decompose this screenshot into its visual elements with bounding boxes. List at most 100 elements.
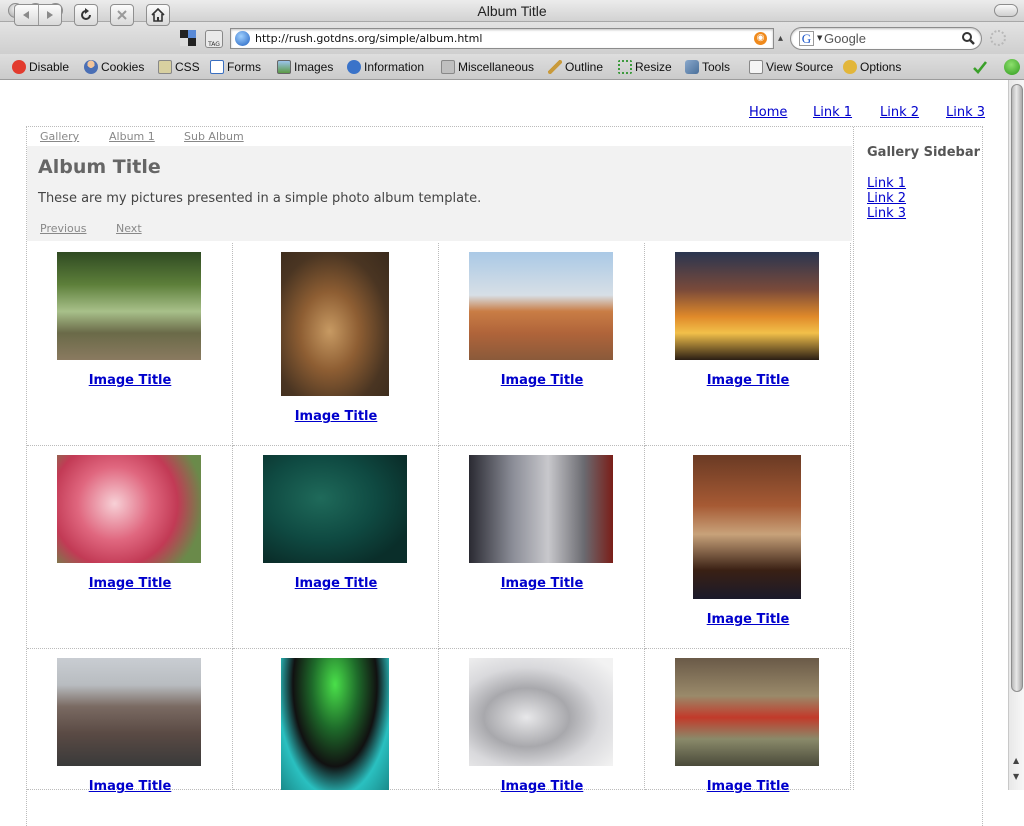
magnifier-icon[interactable]	[961, 31, 975, 45]
forms-icon	[210, 60, 224, 74]
image-title-link[interactable]: Image Title	[27, 576, 233, 591]
photo-thumbnail[interactable]	[469, 658, 613, 766]
image-title-link[interactable]: Image Title	[233, 576, 439, 591]
toolbar-item-information[interactable]: Information	[347, 59, 424, 75]
image-title-link[interactable]: Image Title	[645, 779, 851, 794]
toolbar-item-label: Tools	[702, 60, 731, 74]
toolbar-item-label: Outline	[565, 60, 604, 74]
image-title-link[interactable]: Image Title	[645, 373, 851, 388]
image-title-link[interactable]: Image Title	[439, 373, 645, 388]
image-title-link[interactable]: Image Title	[439, 576, 645, 591]
back-arrow-icon	[23, 11, 30, 19]
toolbar-item-resize[interactable]: Resize	[618, 59, 672, 75]
home-icon	[151, 8, 165, 22]
breadcrumb-gallery[interactable]: Gallery	[40, 130, 79, 143]
scroll-down-icon[interactable]: ▼	[1013, 772, 1019, 781]
reload-button[interactable]	[74, 4, 98, 26]
toolbar-toggle-button[interactable]	[994, 4, 1018, 17]
engine-dropdown-icon[interactable]: ▼	[817, 34, 822, 42]
resize-icon	[618, 60, 632, 74]
google-engine-icon[interactable]: G	[799, 31, 814, 46]
toolbar-item-label: Cookies	[101, 60, 145, 74]
sidebar-link-3[interactable]: Link 3	[867, 206, 906, 221]
photo-thumbnail[interactable]	[469, 455, 613, 563]
image-title-link[interactable]: Image Title	[27, 373, 233, 388]
gallery-item: Image Title	[439, 649, 645, 794]
gallery-item: Image Title	[439, 446, 645, 649]
toolbar-item-options[interactable]: Options	[843, 59, 901, 75]
photo-thumbnail[interactable]	[263, 455, 407, 563]
extension-icon[interactable]	[180, 30, 196, 46]
rss-feed-icon[interactable]: ◉	[754, 32, 767, 45]
toolbar-item-miscellaneous[interactable]: Miscellaneous	[441, 59, 534, 75]
toolbar-item-forms[interactable]: Forms	[210, 59, 261, 75]
breadcrumb-sub-album[interactable]: Sub Album	[184, 130, 244, 143]
toolbar-item-css[interactable]: CSS	[158, 59, 200, 75]
toolbar-item-label: CSS	[175, 60, 200, 74]
tools-wrench-icon	[685, 60, 699, 74]
nav-link-3[interactable]: Link 3	[946, 105, 985, 120]
gallery-item: Image Title	[645, 649, 851, 794]
image-title-link[interactable]: Image Title	[233, 409, 439, 424]
forward-button[interactable]	[38, 5, 61, 25]
toolbar-item-label: Resize	[635, 60, 672, 74]
tag-extension-icon[interactable]: TAG	[205, 30, 223, 48]
sidebar-divider	[853, 127, 854, 790]
vertical-scrollbar[interactable]: ▲ ▼	[1008, 80, 1024, 790]
sidebar-link-2[interactable]: Link 2	[867, 191, 906, 206]
previous-link[interactable]: Previous	[40, 222, 87, 235]
photo-thumbnail[interactable]	[281, 252, 389, 396]
album-description: These are my pictures presented in a sim…	[38, 191, 482, 206]
toolbar-item-label: Disable	[29, 60, 70, 74]
photo-thumbnail[interactable]	[57, 455, 201, 563]
toolbar-item-label: Information	[364, 60, 425, 74]
back-button[interactable]	[15, 5, 38, 25]
information-icon	[347, 60, 361, 74]
nav-link-1[interactable]: Link 1	[813, 105, 852, 120]
outline-pencil-icon	[548, 60, 562, 74]
nav-link-2[interactable]: Link 2	[880, 105, 919, 120]
images-icon	[277, 60, 291, 74]
photo-thumbnail[interactable]	[693, 455, 801, 599]
toolbar-item-tools[interactable]: Tools	[685, 59, 730, 75]
toolbar-item-label: Options	[860, 60, 902, 74]
home-button[interactable]	[146, 4, 170, 26]
photo-thumbnail[interactable]	[57, 658, 201, 766]
scrollbar-thumb[interactable]	[1011, 84, 1023, 692]
toolbar-item-label: View Source	[766, 60, 834, 74]
validation-check-icon[interactable]	[972, 59, 988, 75]
image-title-link[interactable]: Image Title	[645, 612, 851, 627]
view-source-icon	[749, 60, 763, 74]
image-title-link[interactable]: Image Title	[439, 779, 645, 794]
image-title-link[interactable]: Image Title	[27, 779, 233, 794]
nav-link-home[interactable]: Home	[749, 105, 787, 120]
toolbar-item-disable[interactable]: Disable	[12, 59, 69, 75]
toolbar-item-cookies[interactable]: Cookies	[84, 59, 144, 75]
photo-thumbnail[interactable]	[675, 252, 819, 360]
gallery-item: Image Title	[645, 446, 851, 649]
disable-icon	[12, 60, 26, 74]
status-ok-icon[interactable]	[1004, 59, 1020, 75]
page-title: Album Title	[38, 156, 161, 178]
photo-thumbnail[interactable]	[469, 252, 613, 360]
gallery-item: Image Title	[645, 243, 851, 446]
toolbar-item-images[interactable]: Images	[277, 59, 333, 75]
url-bar[interactable]: http://rush.gotdns.org/simple/album.html…	[230, 28, 774, 49]
search-box[interactable]: G ▼ Google	[790, 27, 982, 50]
photo-thumbnail[interactable]	[281, 658, 389, 790]
photo-thumbnail[interactable]	[675, 658, 819, 766]
gallery-item: Image Title	[233, 243, 439, 446]
photo-thumbnail[interactable]	[57, 252, 201, 360]
toolbar-item-outline[interactable]: Outline	[548, 59, 603, 75]
toolbar-item-label: Images	[294, 60, 334, 74]
url-text[interactable]: http://rush.gotdns.org/simple/album.html	[255, 32, 482, 45]
search-placeholder[interactable]: Google	[824, 31, 866, 46]
activity-spinner-icon	[990, 30, 1006, 46]
toolbar-item-view-source[interactable]: View Source	[749, 59, 833, 75]
breadcrumb-album[interactable]: Album 1	[109, 130, 155, 143]
scroll-up-icon[interactable]: ▲	[1013, 756, 1019, 765]
sidebar-link-1[interactable]: Link 1	[867, 176, 906, 191]
options-key-icon	[843, 60, 857, 74]
stop-button[interactable]	[110, 4, 134, 26]
next-link[interactable]: Next	[116, 222, 142, 235]
